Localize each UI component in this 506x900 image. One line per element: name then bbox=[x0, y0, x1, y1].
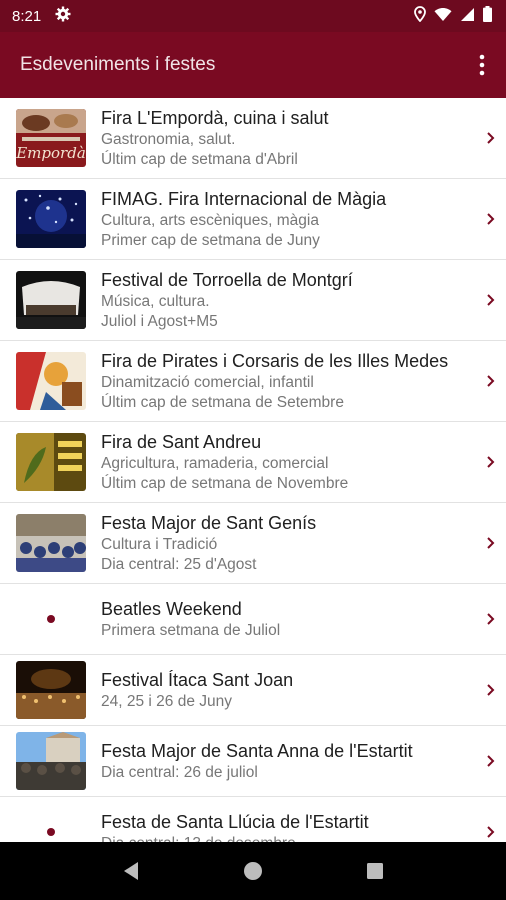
chevron-right-icon bbox=[487, 613, 495, 625]
event-title: Festa Major de Sant Genís bbox=[101, 512, 317, 533]
event-date: Últim cap de setmana de Novembre bbox=[101, 474, 349, 492]
signal-icon bbox=[460, 7, 475, 26]
chevron-right-icon bbox=[487, 684, 495, 696]
battery-icon bbox=[483, 6, 492, 26]
bullet-dot-icon bbox=[46, 828, 55, 836]
chevron-right-icon bbox=[487, 294, 495, 306]
event-date: Últim cap de setmana de Setembre bbox=[101, 393, 344, 411]
event-category: Cultura i Tradició bbox=[101, 535, 218, 553]
event-category: Gastronomia, salut. bbox=[101, 130, 236, 148]
svg-text:Empordà: Empordà bbox=[16, 144, 86, 162]
nav-recents-button[interactable] bbox=[355, 851, 395, 891]
nav-home-button[interactable] bbox=[233, 851, 273, 891]
event-thumbnail-santgenis bbox=[15, 514, 86, 572]
status-time: 8:21 bbox=[12, 7, 42, 25]
overflow-menu-button[interactable] bbox=[470, 47, 494, 83]
event-date: Primera setmana de Juliol bbox=[101, 621, 281, 639]
event-title: Beatles Weekend bbox=[101, 598, 242, 619]
event-category: Música, cultura. bbox=[101, 292, 210, 310]
event-item[interactable]: Festa de Santa Llúcia de l'Estartit Dia … bbox=[0, 797, 506, 842]
event-title: Festa Major de Santa Anna de l'Estartit bbox=[101, 740, 413, 761]
event-thumbnail-santaanna bbox=[15, 732, 86, 790]
more-vert-icon bbox=[479, 54, 485, 76]
event-thumbnail-pirates bbox=[15, 352, 86, 410]
event-thumbnail-torroella bbox=[15, 271, 86, 329]
location-icon bbox=[414, 6, 426, 26]
event-item[interactable]: Festival Ítaca Sant Joan 24, 25 i 26 de … bbox=[0, 655, 506, 726]
event-date: Dia central: 26 de juliol bbox=[101, 763, 258, 781]
chevron-right-icon bbox=[487, 826, 495, 838]
chevron-right-icon bbox=[487, 375, 495, 387]
event-date: Dia central: 25 d'Agost bbox=[101, 555, 257, 573]
event-category: Agricultura, ramaderia, comercial bbox=[101, 454, 329, 472]
recents-square-icon bbox=[367, 863, 383, 879]
event-item[interactable]: Fira de Pirates i Corsaris de les Illes … bbox=[0, 341, 506, 422]
event-date: Últim cap de setmana d'Abril bbox=[101, 150, 298, 168]
event-item[interactable]: Fira de Sant Andreu Agricultura, ramader… bbox=[0, 422, 506, 503]
event-thumbnail-emporda: Empordà bbox=[15, 109, 86, 167]
event-item[interactable]: Festa Major de Sant Genís Cultura i Trad… bbox=[0, 503, 506, 584]
event-date: Juliol i Agost+M5 bbox=[101, 312, 218, 330]
event-thumbnail-santandreu bbox=[15, 433, 86, 491]
back-triangle-icon bbox=[124, 862, 138, 880]
bullet-dot-icon bbox=[46, 615, 55, 623]
event-title: FIMAG. Fira Internacional de Màgia bbox=[101, 188, 387, 209]
wifi-icon bbox=[434, 7, 452, 26]
event-thumbnail-itaca bbox=[15, 661, 86, 719]
chevron-right-icon bbox=[487, 755, 495, 767]
event-item[interactable]: Festa Major de Santa Anna de l'Estartit … bbox=[0, 726, 506, 797]
event-category: Dinamització comercial, infantil bbox=[101, 373, 314, 391]
events-list: Empordà Fira L'Empordà, cuina i salut Ga… bbox=[0, 98, 506, 842]
chevron-right-icon bbox=[487, 132, 495, 144]
home-circle-icon bbox=[244, 862, 262, 880]
event-date: Dia central: 13 de desembre bbox=[101, 834, 476, 843]
chevron-right-icon bbox=[487, 213, 495, 225]
event-date: Primer cap de setmana de Juny bbox=[101, 231, 320, 249]
event-item[interactable]: Festival de Torroella de Montgrí Música,… bbox=[0, 260, 506, 341]
event-title: Festival Ítaca Sant Joan bbox=[101, 669, 294, 690]
event-date: 24, 25 i 26 de Juny bbox=[101, 692, 232, 710]
event-category: Cultura, arts escèniques, màgia bbox=[101, 211, 319, 229]
chevron-right-icon bbox=[487, 537, 495, 549]
event-title: Fira de Sant Andreu bbox=[101, 431, 262, 452]
event-title: Fira de Pirates i Corsaris de les Illes … bbox=[101, 350, 449, 371]
event-item[interactable]: Beatles Weekend Primera setmana de Julio… bbox=[0, 584, 506, 655]
app-bar: Esdeveniments i festes bbox=[0, 32, 506, 98]
status-bar: 8:21 bbox=[0, 0, 506, 32]
event-title: Fira L'Empordà, cuina i salut bbox=[101, 107, 329, 128]
event-item[interactable]: FIMAG. Fira Internacional de Màgia Cultu… bbox=[0, 179, 506, 260]
event-title: Festival de Torroella de Montgrí bbox=[101, 269, 353, 290]
event-item[interactable]: Empordà Fira L'Empordà, cuina i salut Ga… bbox=[0, 98, 506, 179]
event-title: Festa de Santa Llúcia de l'Estartit bbox=[101, 811, 369, 832]
chevron-right-icon bbox=[487, 456, 495, 468]
app-title: Esdeveniments i festes bbox=[20, 54, 216, 75]
settings-gear-icon bbox=[55, 6, 71, 26]
system-nav-bar bbox=[0, 842, 506, 900]
event-thumbnail-fimag bbox=[15, 190, 86, 248]
nav-back-button[interactable] bbox=[111, 851, 151, 891]
